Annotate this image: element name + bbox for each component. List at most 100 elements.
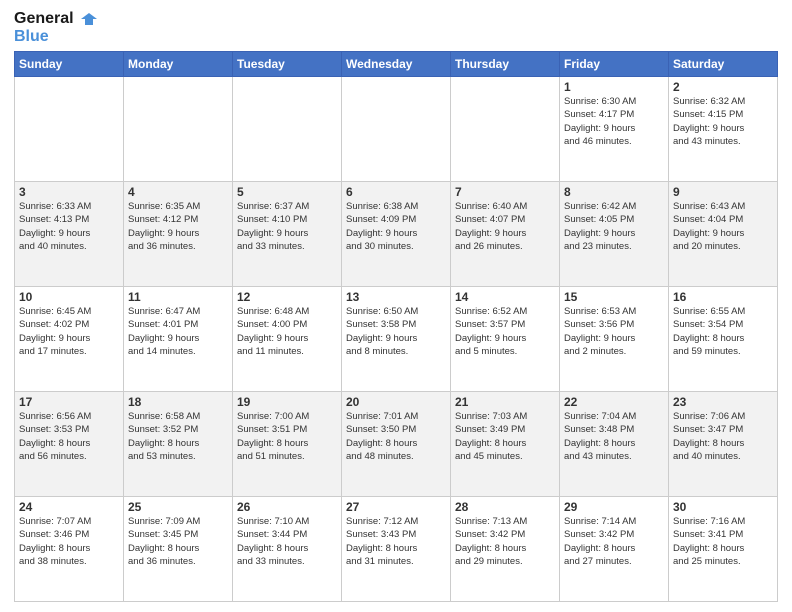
logo-text: General Blue [14,10,97,45]
day-number: 17 [19,395,119,409]
calendar-cell [233,77,342,182]
day-number: 28 [455,500,555,514]
calendar-cell: 26Sunrise: 7:10 AM Sunset: 3:44 PM Dayli… [233,497,342,602]
calendar-week-0: 1Sunrise: 6:30 AM Sunset: 4:17 PM Daylig… [15,77,778,182]
calendar-cell: 6Sunrise: 6:38 AM Sunset: 4:09 PM Daylig… [342,182,451,287]
day-number: 23 [673,395,773,409]
calendar-week-4: 24Sunrise: 7:07 AM Sunset: 3:46 PM Dayli… [15,497,778,602]
day-header-saturday: Saturday [669,52,778,77]
calendar-week-2: 10Sunrise: 6:45 AM Sunset: 4:02 PM Dayli… [15,287,778,392]
calendar-cell [342,77,451,182]
calendar-cell: 23Sunrise: 7:06 AM Sunset: 3:47 PM Dayli… [669,392,778,497]
logo-bird-icon [77,11,97,27]
day-info: Sunrise: 6:48 AM Sunset: 4:00 PM Dayligh… [237,305,337,358]
calendar-cell: 21Sunrise: 7:03 AM Sunset: 3:49 PM Dayli… [451,392,560,497]
day-info: Sunrise: 6:55 AM Sunset: 3:54 PM Dayligh… [673,305,773,358]
calendar-cell: 3Sunrise: 6:33 AM Sunset: 4:13 PM Daylig… [15,182,124,287]
day-info: Sunrise: 6:53 AM Sunset: 3:56 PM Dayligh… [564,305,664,358]
day-number: 3 [19,185,119,199]
day-number: 10 [19,290,119,304]
day-number: 7 [455,185,555,199]
day-info: Sunrise: 7:10 AM Sunset: 3:44 PM Dayligh… [237,515,337,568]
calendar-cell: 27Sunrise: 7:12 AM Sunset: 3:43 PM Dayli… [342,497,451,602]
day-header-monday: Monday [124,52,233,77]
calendar-header-row: SundayMondayTuesdayWednesdayThursdayFrid… [15,52,778,77]
calendar-cell: 19Sunrise: 7:00 AM Sunset: 3:51 PM Dayli… [233,392,342,497]
calendar-cell: 28Sunrise: 7:13 AM Sunset: 3:42 PM Dayli… [451,497,560,602]
day-number: 2 [673,80,773,94]
day-info: Sunrise: 6:38 AM Sunset: 4:09 PM Dayligh… [346,200,446,253]
day-info: Sunrise: 7:03 AM Sunset: 3:49 PM Dayligh… [455,410,555,463]
calendar-cell [124,77,233,182]
calendar-cell: 29Sunrise: 7:14 AM Sunset: 3:42 PM Dayli… [560,497,669,602]
day-number: 9 [673,185,773,199]
calendar-cell: 2Sunrise: 6:32 AM Sunset: 4:15 PM Daylig… [669,77,778,182]
calendar-cell: 5Sunrise: 6:37 AM Sunset: 4:10 PM Daylig… [233,182,342,287]
day-number: 8 [564,185,664,199]
day-info: Sunrise: 7:13 AM Sunset: 3:42 PM Dayligh… [455,515,555,568]
calendar-cell: 13Sunrise: 6:50 AM Sunset: 3:58 PM Dayli… [342,287,451,392]
day-info: Sunrise: 6:52 AM Sunset: 3:57 PM Dayligh… [455,305,555,358]
day-number: 12 [237,290,337,304]
day-number: 24 [19,500,119,514]
day-number: 4 [128,185,228,199]
day-info: Sunrise: 6:32 AM Sunset: 4:15 PM Dayligh… [673,95,773,148]
calendar-cell: 16Sunrise: 6:55 AM Sunset: 3:54 PM Dayli… [669,287,778,392]
logo: General Blue [14,10,97,45]
calendar-cell: 8Sunrise: 6:42 AM Sunset: 4:05 PM Daylig… [560,182,669,287]
calendar-cell: 10Sunrise: 6:45 AM Sunset: 4:02 PM Dayli… [15,287,124,392]
calendar-table: SundayMondayTuesdayWednesdayThursdayFrid… [14,51,778,602]
day-number: 25 [128,500,228,514]
day-header-tuesday: Tuesday [233,52,342,77]
day-number: 20 [346,395,446,409]
day-info: Sunrise: 6:45 AM Sunset: 4:02 PM Dayligh… [19,305,119,358]
calendar-cell: 24Sunrise: 7:07 AM Sunset: 3:46 PM Dayli… [15,497,124,602]
day-info: Sunrise: 6:30 AM Sunset: 4:17 PM Dayligh… [564,95,664,148]
calendar-cell: 4Sunrise: 6:35 AM Sunset: 4:12 PM Daylig… [124,182,233,287]
day-info: Sunrise: 6:35 AM Sunset: 4:12 PM Dayligh… [128,200,228,253]
day-info: Sunrise: 6:37 AM Sunset: 4:10 PM Dayligh… [237,200,337,253]
calendar-cell [451,77,560,182]
day-info: Sunrise: 6:42 AM Sunset: 4:05 PM Dayligh… [564,200,664,253]
day-header-thursday: Thursday [451,52,560,77]
day-number: 15 [564,290,664,304]
day-number: 26 [237,500,337,514]
day-info: Sunrise: 6:58 AM Sunset: 3:52 PM Dayligh… [128,410,228,463]
day-number: 13 [346,290,446,304]
day-info: Sunrise: 6:40 AM Sunset: 4:07 PM Dayligh… [455,200,555,253]
day-number: 1 [564,80,664,94]
day-number: 11 [128,290,228,304]
day-info: Sunrise: 6:33 AM Sunset: 4:13 PM Dayligh… [19,200,119,253]
day-number: 22 [564,395,664,409]
day-number: 29 [564,500,664,514]
calendar-cell: 7Sunrise: 6:40 AM Sunset: 4:07 PM Daylig… [451,182,560,287]
day-number: 19 [237,395,337,409]
day-info: Sunrise: 6:47 AM Sunset: 4:01 PM Dayligh… [128,305,228,358]
calendar-cell: 9Sunrise: 6:43 AM Sunset: 4:04 PM Daylig… [669,182,778,287]
day-info: Sunrise: 7:07 AM Sunset: 3:46 PM Dayligh… [19,515,119,568]
day-info: Sunrise: 7:12 AM Sunset: 3:43 PM Dayligh… [346,515,446,568]
day-info: Sunrise: 7:00 AM Sunset: 3:51 PM Dayligh… [237,410,337,463]
day-number: 30 [673,500,773,514]
calendar-week-1: 3Sunrise: 6:33 AM Sunset: 4:13 PM Daylig… [15,182,778,287]
day-info: Sunrise: 7:04 AM Sunset: 3:48 PM Dayligh… [564,410,664,463]
calendar-cell: 1Sunrise: 6:30 AM Sunset: 4:17 PM Daylig… [560,77,669,182]
calendar-cell: 17Sunrise: 6:56 AM Sunset: 3:53 PM Dayli… [15,392,124,497]
day-info: Sunrise: 6:50 AM Sunset: 3:58 PM Dayligh… [346,305,446,358]
day-header-friday: Friday [560,52,669,77]
calendar-cell: 25Sunrise: 7:09 AM Sunset: 3:45 PM Dayli… [124,497,233,602]
calendar-cell: 11Sunrise: 6:47 AM Sunset: 4:01 PM Dayli… [124,287,233,392]
calendar-cell: 12Sunrise: 6:48 AM Sunset: 4:00 PM Dayli… [233,287,342,392]
calendar-cell: 30Sunrise: 7:16 AM Sunset: 3:41 PM Dayli… [669,497,778,602]
calendar-cell: 18Sunrise: 6:58 AM Sunset: 3:52 PM Dayli… [124,392,233,497]
header: General Blue [14,10,778,45]
day-number: 16 [673,290,773,304]
calendar-cell: 22Sunrise: 7:04 AM Sunset: 3:48 PM Dayli… [560,392,669,497]
calendar-cell: 14Sunrise: 6:52 AM Sunset: 3:57 PM Dayli… [451,287,560,392]
day-number: 27 [346,500,446,514]
day-number: 21 [455,395,555,409]
day-header-wednesday: Wednesday [342,52,451,77]
day-info: Sunrise: 6:43 AM Sunset: 4:04 PM Dayligh… [673,200,773,253]
calendar-cell [15,77,124,182]
day-number: 14 [455,290,555,304]
